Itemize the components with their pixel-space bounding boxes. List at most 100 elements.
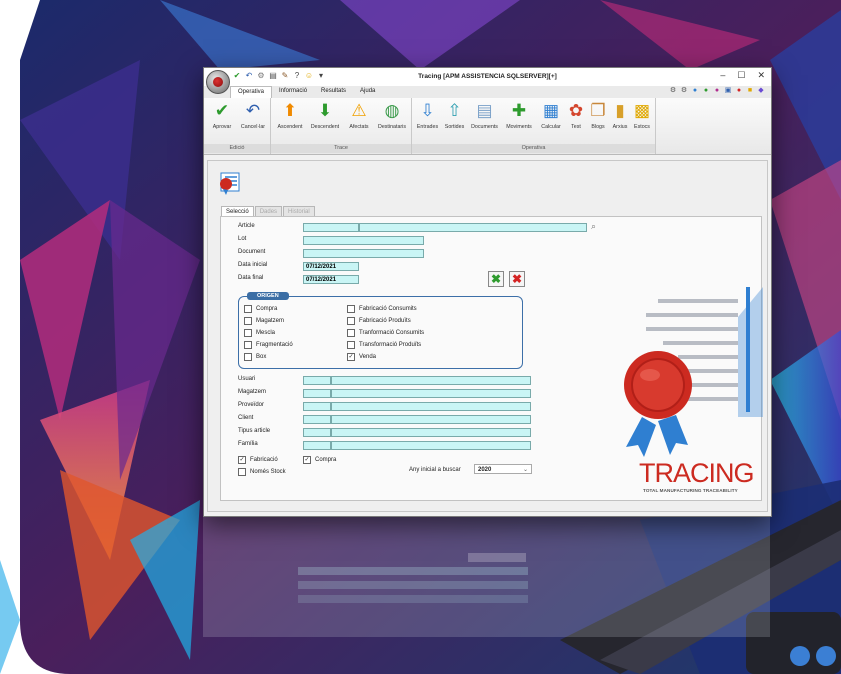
origen-title: ORIGEN [247,292,289,300]
data-final-field[interactable]: 07/12/2021 [303,275,359,284]
destinataris-button[interactable]: ◍ Destinataris [374,100,410,130]
ribbon-group-operativa: ⇩ Entrades ⇧ Sortides ▤ Documents ✚ Movi… [412,98,656,154]
app-menu-orb[interactable] [206,70,230,94]
cancel-button[interactable]: ✖ [509,271,525,287]
fabricacio-produits-checkbox[interactable]: Fabricació Produïts [347,317,411,325]
familia-code-field[interactable] [303,441,331,450]
documents-button[interactable]: ▤ Documents [468,100,501,130]
accept-button[interactable]: ✖ [488,271,504,287]
ribbon-group-edicio: ✔ Aprovar ↶ Cancel·lar Edició [204,98,271,154]
magatzem-code-field[interactable] [303,389,331,398]
tipus-article-code-field[interactable] [303,428,331,437]
calculator-icon: ▦ [542,101,560,120]
ribbon: ✔ Aprovar ↶ Cancel·lar Edició ⬆ Ascenden… [204,98,771,155]
proveidor-field[interactable] [331,402,531,411]
article-field[interactable] [359,223,587,232]
usuari-field[interactable] [331,376,531,385]
close-button[interactable]: ✕ [757,70,765,81]
files-icon: ▮ [615,101,625,120]
ascendent-button[interactable]: ⬆ Ascendent [273,100,307,130]
monitor-icon[interactable]: ▣ [724,87,732,95]
origen-groupbox: ORIGEN Compra Magatzem Mescla Fragmentac… [238,292,523,369]
checkbox-box [244,317,252,325]
fabricacio-consumits-checkbox[interactable]: Fabricació Consumits [347,305,417,313]
movements-icon: ✚ [511,101,527,120]
aprovar-button[interactable]: ✔ Aprovar [207,100,237,130]
search-icon[interactable]: ⌕ [591,221,596,232]
tab-resultats[interactable]: Resultats [314,86,353,98]
folder-icon[interactable]: ■ [746,87,754,95]
calcular-button[interactable]: ▦ Calcular [537,100,565,130]
magatzem-checkbox[interactable]: Magatzem [244,317,284,325]
maximize-button[interactable]: ☐ [737,70,745,81]
checkbox-box [347,329,355,337]
descendent-button[interactable]: ⬇ Descendent [307,100,343,130]
test-button[interactable]: ✿ Test [565,100,587,130]
tray-icons: ⚙ ⚙ ● ● ● ▣ ● ■ ◆ [669,87,765,95]
minimize-button[interactable]: – [720,70,725,81]
green-dot-icon[interactable]: ● [702,87,710,95]
test-icon: ✿ [568,101,584,120]
fragmentacio-checkbox[interactable]: Fragmentació [244,341,293,349]
check-icon: ✓ [238,456,246,464]
mescla-checkbox[interactable]: Mescla [244,329,275,337]
arxius-button[interactable]: ▮ Arxius [609,100,631,130]
data-final-label: Data final [238,275,264,281]
green-x-icon: ✖ [490,272,502,286]
red-x-icon: ✖ [511,272,523,286]
checkbox-box [347,305,355,313]
magatzem-field[interactable] [331,389,531,398]
window-reflection [203,517,770,637]
checkbox-box [244,329,252,337]
sortides-button[interactable]: ⇧ Sortides [441,100,468,130]
data-inicial-label: Data inicial [238,262,268,268]
any-inicial-label: Any inicial a buscar [409,467,461,473]
entrades-button[interactable]: ⇩ Entrades [414,100,441,130]
tab-informacio[interactable]: Informació [272,86,314,98]
venda-checkbox[interactable]: ✓ Venda [347,353,376,361]
proveidor-code-field[interactable] [303,402,331,411]
blogs-button[interactable]: ❐ Blogs [587,100,609,130]
settings-alt-icon[interactable]: ⚙ [680,87,688,95]
tranformacio-consumits-checkbox[interactable]: Tranformació Consumits [347,329,424,337]
moviments-button[interactable]: ✚ Moviments [501,100,537,130]
record-icon[interactable]: ● [735,87,743,95]
tab-ajuda[interactable]: Ajuda [353,86,382,98]
document-field[interactable] [303,249,424,258]
ribbon-group-trace: ⬆ Ascendent ⬇ Descendent ⚠ Afectats ◍ De… [271,98,412,154]
transformacio-produits-checkbox[interactable]: Transformació Produïts [347,341,421,349]
compra-filter-checkbox[interactable]: ✓ Compra [303,456,336,464]
afectats-button[interactable]: ⚠ Afectats [344,100,374,130]
any-inicial-select[interactable]: 2020 ⌄ [474,464,532,474]
magatzem-label: Magatzem [238,389,267,395]
nomes-stock-checkbox[interactable]: Només Stock [238,468,286,476]
blogs-icon: ❐ [590,101,606,120]
arrow-up-icon: ⬆ [282,101,298,120]
checkbox-box [238,468,246,476]
selection-panel: Article ⌕ Lot Document Data inicial 07/1… [220,216,763,501]
article-label: Article [238,223,255,229]
exit-icon: ⇧ [447,101,462,120]
palette-icon[interactable]: ◆ [757,87,765,95]
magenta-dot-icon[interactable]: ● [713,87,721,95]
data-inicial-field[interactable]: 07/12/2021 [303,262,359,271]
box-checkbox[interactable]: Box [244,353,266,361]
checkbox-box [244,341,252,349]
estocs-button[interactable]: ▩ Estocs [631,100,653,130]
checkbox-box [347,317,355,325]
usuari-code-field[interactable] [303,376,331,385]
client-field[interactable] [331,415,531,424]
lot-field[interactable] [303,236,424,245]
checkbox-box [347,341,355,349]
blue-dot-icon[interactable]: ● [691,87,699,95]
cancellar-button[interactable]: ↶ Cancel·lar [237,100,269,130]
tipus-article-field[interactable] [331,428,531,437]
undo-icon: ↶ [245,101,261,120]
fabricacio-filter-checkbox[interactable]: ✓ Fabricació [238,456,278,464]
client-code-field[interactable] [303,415,331,424]
familia-field[interactable] [331,441,531,450]
compra-checkbox[interactable]: Compra [244,305,277,313]
document-label: Document [238,249,266,255]
article-code-field[interactable] [303,223,359,232]
settings-icon[interactable]: ⚙ [669,87,677,95]
